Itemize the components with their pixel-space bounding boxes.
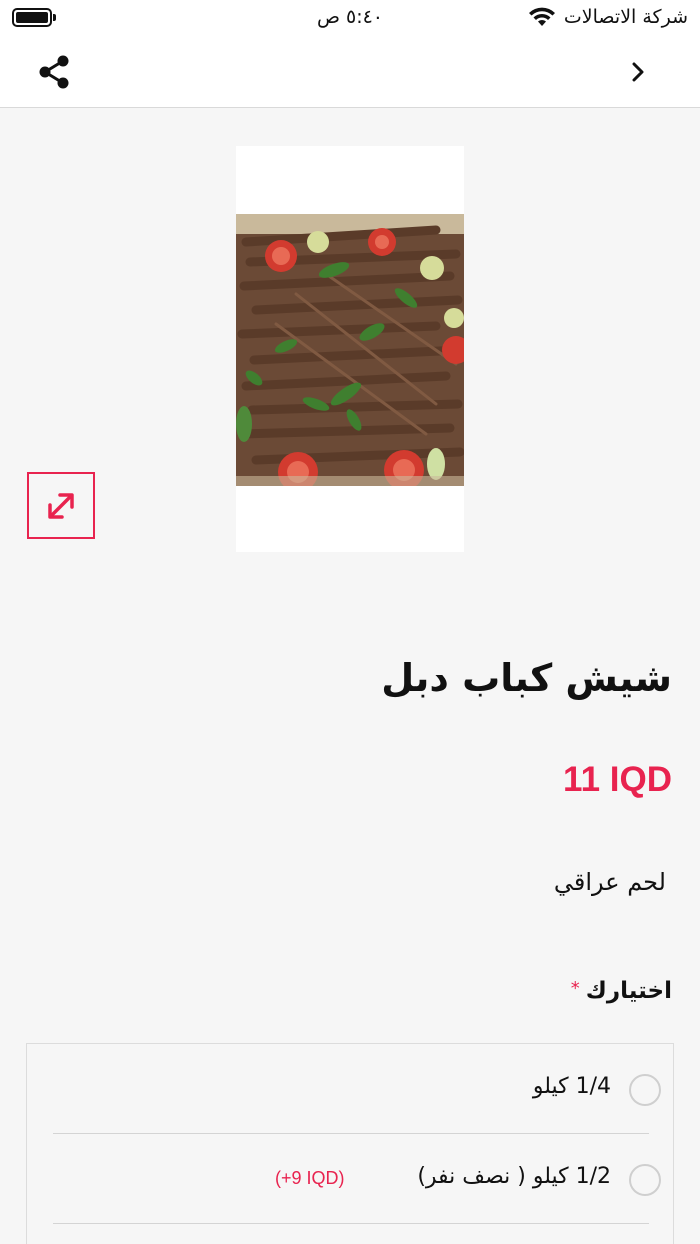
option-label: 1/2 كيلو ( نصف نفر) xyxy=(417,1164,611,1189)
share-icon xyxy=(39,55,69,89)
chevron-right-icon xyxy=(632,62,644,82)
share-button[interactable] xyxy=(30,50,78,94)
product-title: شيش كباب دبل xyxy=(381,656,672,700)
option-item-half-kilo[interactable]: 1/2 كيلو ( نصف نفر) (+9 IQD) xyxy=(53,1134,661,1224)
status-bar: ٥:٤٠ ص شركة الاتصالات xyxy=(0,0,700,36)
expand-icon xyxy=(48,492,74,519)
status-carrier-group: شركة الاتصالات xyxy=(528,6,688,28)
product-image-container xyxy=(236,146,464,552)
product-price: 11 IQD xyxy=(563,760,672,799)
options-section-label: اختيارك* xyxy=(571,978,672,1004)
option-extra-price: (+9 IQD) xyxy=(275,1168,345,1188)
wifi-icon xyxy=(528,7,555,26)
option-label: 1/4 كيلو xyxy=(532,1074,611,1099)
required-mark: * xyxy=(570,978,580,999)
radio-button[interactable] xyxy=(629,1074,661,1106)
product-photo[interactable] xyxy=(236,214,464,486)
product-description: لحم عراقي xyxy=(553,868,666,896)
carrier-name: شركة الاتصالات xyxy=(563,6,688,28)
options-card: 1/4 كيلو 1/2 كيلو ( نصف نفر) (+9 IQD) xyxy=(26,1043,674,1244)
expand-image-button[interactable] xyxy=(27,472,95,539)
radio-button[interactable] xyxy=(629,1164,661,1196)
back-button[interactable] xyxy=(620,54,656,90)
options-label-text: اختيارك xyxy=(585,978,672,1004)
option-item-quarter-kilo[interactable]: 1/4 كيلو xyxy=(53,1044,661,1134)
navigation-bar xyxy=(0,36,700,108)
